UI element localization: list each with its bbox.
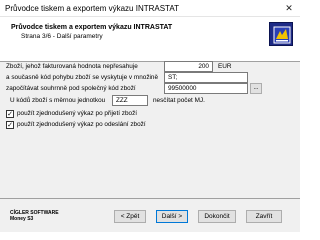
unit-codes-suffix: nesčítat počet MJ. (153, 97, 205, 104)
combined-code-input[interactable]: 99500000 (164, 83, 248, 94)
value-limit-label: Zboží, jehož fakturovaná hodnota nepřesa… (6, 63, 138, 70)
movement-code-label: a současně kód pohybu zboží se vyskytuje… (6, 74, 159, 81)
checkbox-arrival-box[interactable]: ✓ (6, 110, 14, 118)
checkbox-arrival[interactable]: ✓ použít zjednodušený výkaz po přijetí z… (6, 109, 206, 119)
wizard-content: Zboží, jehož fakturovaná hodnota nepřesa… (0, 61, 300, 198)
checkbox-dispatch-label: použít zjednodušený výkaz po odeslání zb… (17, 121, 146, 128)
value-limit-unit: EUR (218, 63, 232, 70)
close-icon[interactable]: ✕ (282, 2, 296, 15)
wizard-step: Strana 3/6 - Další parametry (21, 33, 103, 40)
wizard-header: Průvodce tiskem a exportem výkazu INTRAS… (0, 17, 300, 62)
back-button[interactable]: < Zpět (114, 210, 146, 223)
checkbox-dispatch-box[interactable]: ✓ (6, 121, 14, 129)
browse-button[interactable]: ... (250, 83, 262, 94)
product-name: Money S3 (10, 216, 34, 222)
next-button[interactable]: Další > (156, 210, 188, 223)
wizard-title: Průvodce tiskem a exportem výkazu INTRAS… (11, 24, 173, 31)
vendor-brand: CÍGLER SOFTWARE Money S3 (10, 210, 59, 222)
combined-code-label: započítávat souhrnně pod společný kód zb… (6, 85, 136, 92)
checkbox-arrival-label: použít zjednodušený výkaz po přijetí zbo… (17, 110, 138, 117)
logo-graphic (273, 26, 291, 44)
finish-button[interactable]: Dokončit (198, 210, 236, 223)
window-title: Průvodce tiskem a exportem výkazu INTRAS… (5, 4, 179, 13)
checkbox-dispatch[interactable]: ✓ použít zjednodušený výkaz po odeslání … (6, 120, 206, 130)
unit-codes-label: U kódů zboží s měrnou jednotkou (10, 97, 106, 104)
movement-code-input[interactable]: ST; (164, 72, 248, 83)
window-titlebar: Průvodce tiskem a exportem výkazu INTRAS… (0, 0, 300, 17)
unit-code-input[interactable]: ZZZ (112, 95, 148, 106)
app-logo (269, 22, 293, 46)
value-limit-input[interactable]: 200 (164, 61, 213, 72)
close-button[interactable]: Zavřít (246, 210, 282, 223)
wizard-footer: CÍGLER SOFTWARE Money S3 < Zpět Další > … (0, 198, 300, 232)
